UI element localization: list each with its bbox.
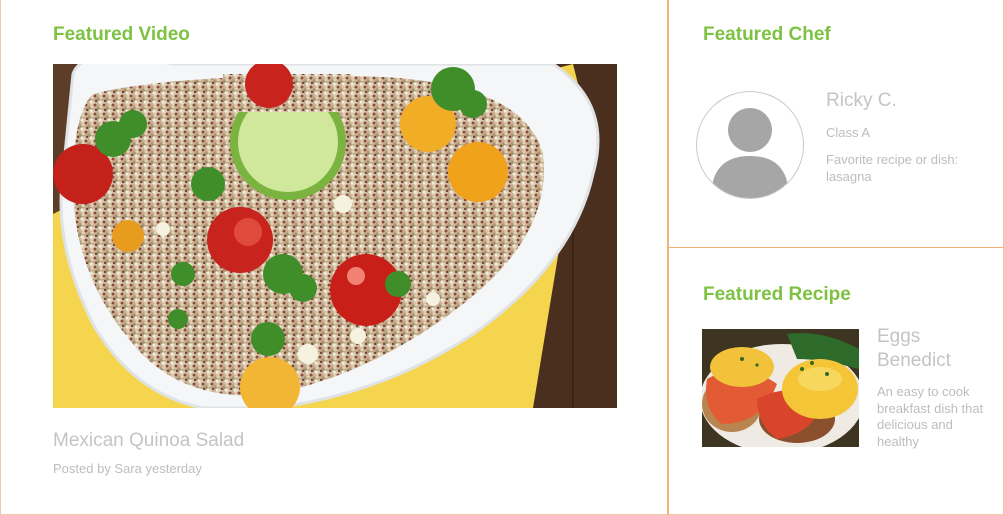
avatar-silhouette-icon bbox=[711, 108, 789, 198]
featured-video-title[interactable]: Mexican Quinoa Salad bbox=[53, 430, 244, 452]
chef-name[interactable]: Ricky C. bbox=[826, 90, 897, 112]
featured-recipe-image[interactable] bbox=[702, 329, 859, 447]
featured-chef-heading: Featured Chef bbox=[703, 24, 831, 45]
recipe-name[interactable]: Eggs Benedict bbox=[877, 325, 987, 373]
quinoa-salad-photo bbox=[53, 64, 617, 408]
featured-video-player[interactable] bbox=[53, 64, 617, 408]
featured-video-meta: Posted by Sara yesterday bbox=[53, 461, 202, 476]
recipe-description: An easy to cook breakfast dish that deli… bbox=[877, 384, 984, 449]
column-divider bbox=[667, 0, 669, 515]
eggs-benedict-photo bbox=[702, 329, 859, 447]
user-avatar-icon[interactable] bbox=[696, 91, 804, 199]
featured-recipe-heading: Featured Recipe bbox=[703, 284, 851, 305]
chef-class: Class A bbox=[826, 125, 871, 140]
sidebar-divider bbox=[668, 247, 1004, 248]
chef-favorite-dish: Favorite recipe or dish: lasagna bbox=[826, 152, 959, 184]
featured-video-heading: Featured Video bbox=[53, 24, 190, 45]
featured-page: Featured Video Mexican Quinoa Salad Post… bbox=[0, 0, 1004, 515]
frame-left-border bbox=[0, 0, 1, 515]
